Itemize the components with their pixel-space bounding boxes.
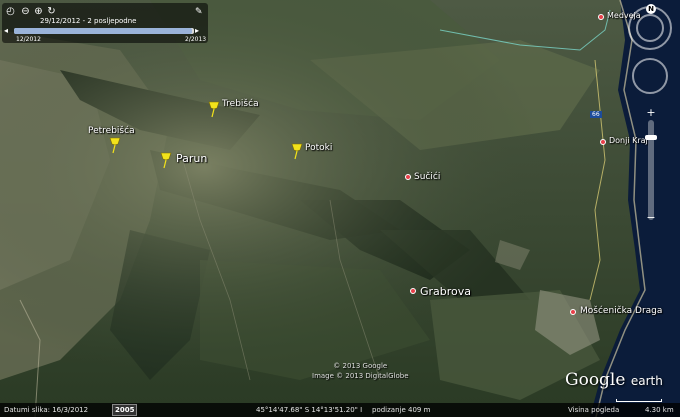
satellite-terrain[interactable]: [0, 0, 680, 417]
pin-icon[interactable]: [290, 142, 304, 160]
map-viewport[interactable]: ◴ ⊖ ⊕ ↻ ✎ 29/12/2012 - 2 posljepodne ◂ ▸…: [0, 0, 680, 417]
move-joystick-icon[interactable]: [632, 58, 668, 94]
place-dot[interactable]: [600, 139, 606, 145]
imagery-year-button[interactable]: 2005: [112, 404, 138, 416]
status-bar: Datumi slika: 16/3/2012 2005 45°14'47.68…: [0, 403, 680, 417]
eye-altitude-label: Visina pogleda: [568, 406, 620, 414]
slider-end-date: 2/2013: [185, 36, 207, 43]
zoom-slider-knob[interactable]: [645, 135, 657, 140]
slider-current-date: 29/12/2012 - 2 posljepodne: [40, 17, 137, 25]
pin-icon[interactable]: [207, 100, 221, 118]
scale-readout: 4.30 km: [645, 406, 674, 414]
place-dot[interactable]: [598, 14, 604, 20]
slider-forward-arrow[interactable]: ▸: [195, 26, 199, 35]
place-dot[interactable]: [570, 309, 576, 315]
place-potoki[interactable]: Potoki: [305, 143, 332, 153]
slider-fill: [14, 28, 193, 34]
place-dot[interactable]: [405, 174, 411, 180]
credit-line-2: Image © 2013 DigitalGlobe: [312, 372, 409, 380]
clock-icon[interactable]: ◴: [5, 6, 16, 17]
look-joystick-ring[interactable]: [636, 14, 664, 42]
zoom-out-icon[interactable]: ⊖: [20, 6, 31, 17]
slider-start-date: 12/2012: [16, 36, 41, 43]
place-sucici[interactable]: Sučići: [414, 172, 440, 182]
pin-icon[interactable]: [159, 151, 173, 169]
place-parun[interactable]: Parun: [176, 152, 207, 165]
place-donji-kraj[interactable]: Donji Kraj: [609, 136, 648, 145]
slider-back-arrow[interactable]: ◂: [4, 26, 8, 35]
wrench-icon[interactable]: ✎: [195, 7, 207, 17]
scale-bar: [616, 399, 662, 402]
slider-track[interactable]: [14, 28, 194, 34]
road-shield: 66: [590, 111, 602, 118]
logo-product: earth: [630, 374, 663, 388]
place-petrebisca[interactable]: Petrebišća: [88, 126, 135, 136]
credit-line-1: © 2013 Google: [333, 362, 388, 370]
pin-icon[interactable]: [108, 136, 122, 154]
place-dot[interactable]: [410, 288, 416, 294]
logo-brand: Google: [565, 370, 626, 390]
zoom-plus-icon[interactable]: +: [645, 107, 657, 119]
zoom-in-icon[interactable]: ⊕: [33, 6, 44, 17]
place-trebisca[interactable]: Trebišća: [222, 99, 259, 109]
place-moscenicka-draga[interactable]: Mošćenička Draga: [580, 306, 662, 316]
coordinates-readout: 45°14'47.68" S 14°13'51.20" I: [256, 406, 363, 414]
place-grabrova[interactable]: Grabrova: [420, 285, 471, 298]
elevation-readout: podizanje 409 m: [372, 406, 431, 414]
north-indicator[interactable]: N: [646, 4, 656, 14]
map-credit: © 2013 Google Image © 2013 DigitalGlobe: [312, 361, 409, 381]
google-earth-logo: Google earth: [565, 370, 663, 390]
historical-imagery-slider[interactable]: ◴ ⊖ ⊕ ↻ ✎ 29/12/2012 - 2 posljepodne ◂ ▸…: [2, 3, 208, 43]
imagery-date: Datumi slika: 16/3/2012: [4, 406, 89, 414]
zoom-minus-icon[interactable]: −: [645, 212, 657, 224]
refresh-icon[interactable]: ↻: [46, 6, 57, 17]
